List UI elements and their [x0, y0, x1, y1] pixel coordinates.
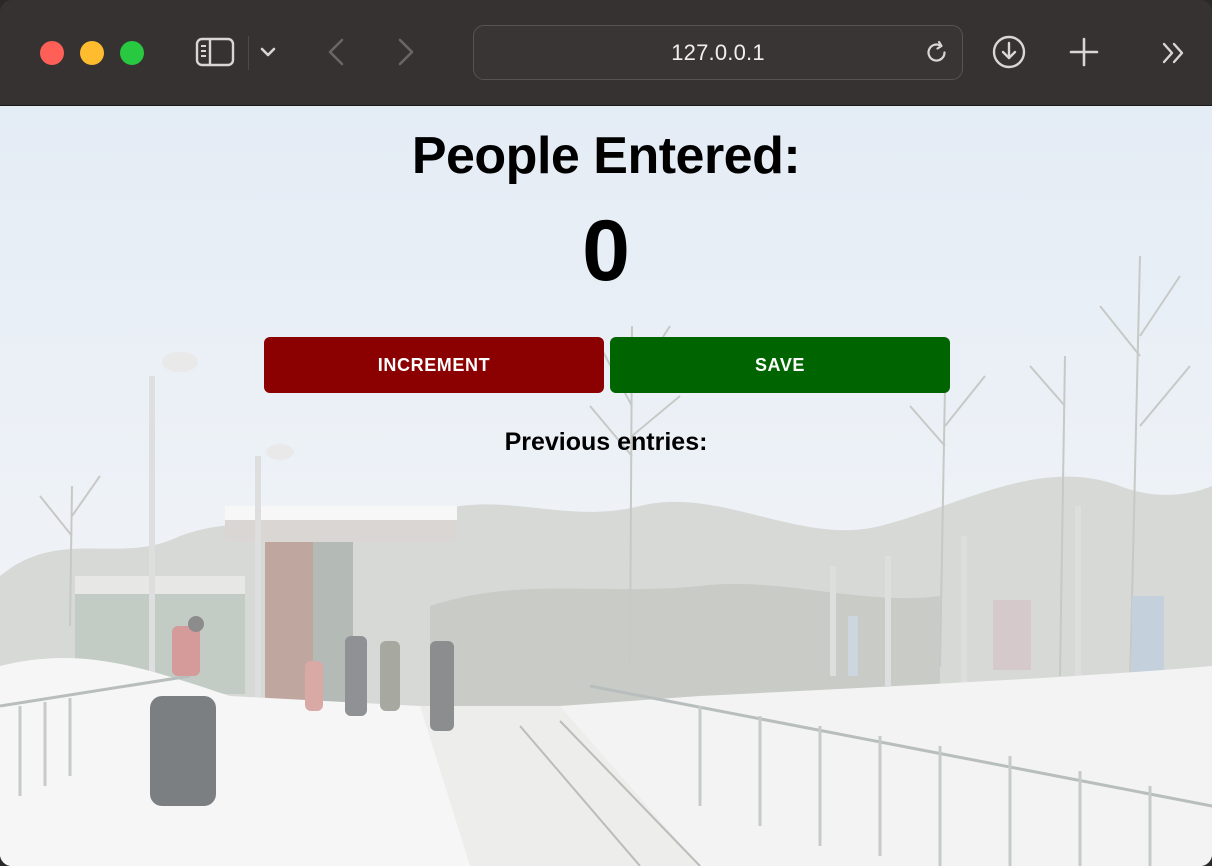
save-button[interactable]: SAVE: [610, 337, 950, 393]
address-text[interactable]: 127.0.0.1: [474, 40, 962, 66]
double-chevron-right-icon[interactable]: [1156, 36, 1192, 70]
close-window-button[interactable]: [40, 41, 64, 65]
counter-app: People Entered: 0 INCREMENT SAVE Previou…: [0, 106, 1212, 866]
browser-window: 127.0.0.1 People Entered: 0 INCREMENT SA…: [0, 0, 1212, 866]
download-icon[interactable]: [991, 34, 1027, 70]
reload-icon[interactable]: [924, 40, 950, 66]
back-arrow-icon[interactable]: [322, 36, 350, 68]
forward-arrow-icon[interactable]: [392, 36, 420, 68]
increment-button[interactable]: INCREMENT: [264, 337, 604, 393]
address-bar[interactable]: 127.0.0.1: [473, 25, 963, 80]
maximize-window-button[interactable]: [120, 41, 144, 65]
plus-icon[interactable]: [1066, 34, 1102, 70]
browser-toolbar: 127.0.0.1: [0, 0, 1212, 106]
people-count: 0: [582, 203, 630, 299]
chevron-down-icon[interactable]: [256, 40, 280, 64]
page-viewport: People Entered: 0 INCREMENT SAVE Previou…: [0, 106, 1212, 866]
page-title: People Entered:: [411, 127, 801, 185]
minimize-window-button[interactable]: [80, 41, 104, 65]
sidebar-icon[interactable]: [194, 36, 236, 68]
previous-entries-heading: Previous entries:: [504, 428, 708, 456]
toolbar-divider: [248, 36, 249, 70]
